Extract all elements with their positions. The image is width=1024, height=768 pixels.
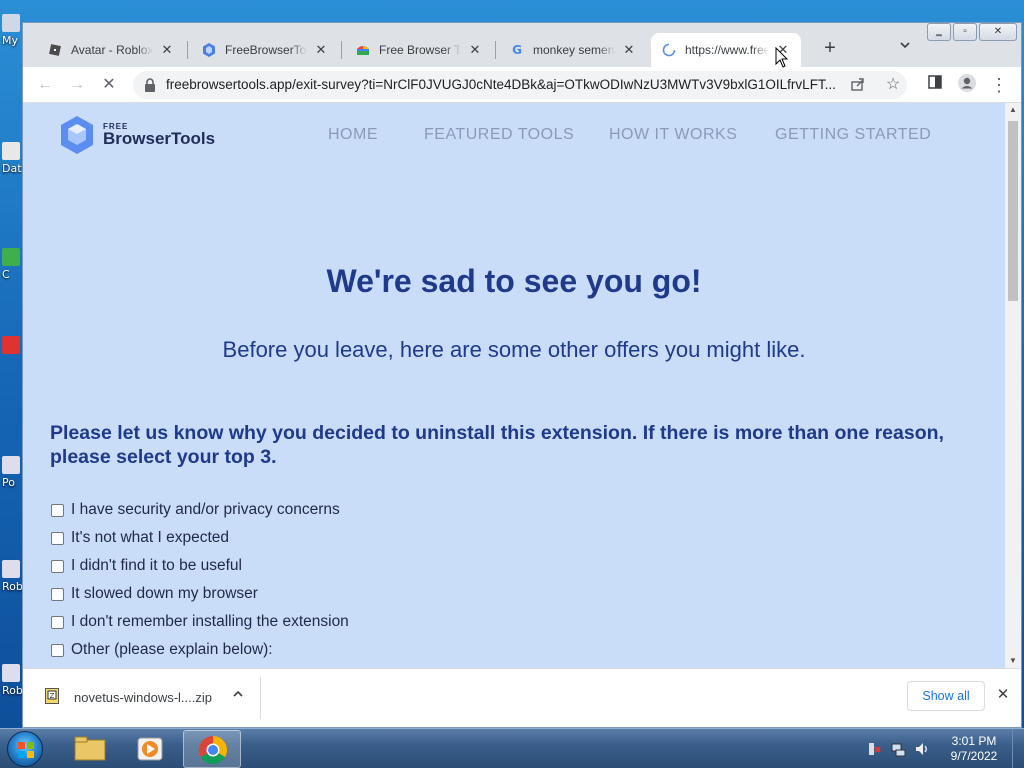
folder-icon xyxy=(74,736,106,761)
checkbox[interactable] xyxy=(51,643,64,657)
desktop-icon-data[interactable]: Dat xyxy=(2,142,22,182)
close-tab-icon[interactable]: ✕ xyxy=(159,42,175,58)
clock-time: 3:01 PM xyxy=(951,734,997,748)
minimize-button[interactable]: ‗ xyxy=(927,23,951,41)
checkbox[interactable] xyxy=(51,587,64,601)
network-icon[interactable] xyxy=(890,741,906,757)
survey-option-not-expected[interactable]: It's not what I expected xyxy=(51,528,229,548)
scroll-down-icon[interactable]: ▼ xyxy=(1005,654,1021,668)
chrome-icon xyxy=(199,736,227,764)
side-panel-icon[interactable] xyxy=(923,73,947,97)
taskbar-media-player[interactable] xyxy=(121,730,179,768)
roblox-icon xyxy=(2,664,20,682)
file-icon xyxy=(2,456,20,474)
checkbox[interactable] xyxy=(51,559,64,573)
tab-google-search[interactable]: G monkey semen - ✕ xyxy=(499,33,647,67)
checkbox[interactable] xyxy=(51,615,64,629)
nav-how-it-works[interactable]: HOW IT WORKS xyxy=(609,126,737,144)
show-all-downloads-button[interactable]: Show all xyxy=(907,681,985,711)
file-icon xyxy=(2,142,20,160)
mouse-cursor-icon xyxy=(775,47,789,68)
close-tab-icon[interactable]: ✕ xyxy=(313,42,329,58)
app-icon xyxy=(2,336,20,354)
loading-spinner-icon xyxy=(661,42,677,58)
survey-option-other[interactable]: Other (please explain below): xyxy=(51,640,273,660)
close-window-button[interactable]: ✕ xyxy=(979,23,1017,41)
tab-strip: Avatar - Roblox ✕ FreeBrowserTools ✕ Fre… xyxy=(23,23,1021,67)
maximize-button[interactable]: ▫ xyxy=(953,23,977,41)
svg-text:Z: Z xyxy=(50,692,55,700)
stop-loading-icon[interactable]: ✕ xyxy=(97,73,121,97)
page-subtitle: Before you leave, here are some other of… xyxy=(222,337,806,362)
page-title: We're sad to see you go! xyxy=(326,263,702,299)
checkbox[interactable] xyxy=(51,531,64,545)
computer-icon xyxy=(2,14,20,32)
clock-date: 9/7/2022 xyxy=(950,749,998,763)
chrome-webstore-icon xyxy=(355,42,371,58)
roblox-icon xyxy=(47,42,63,58)
taskbar-explorer[interactable] xyxy=(60,730,118,768)
close-download-bar-icon[interactable]: ✕ xyxy=(993,685,1013,705)
survey-option-slowed-browser[interactable]: It slowed down my browser xyxy=(51,584,258,604)
desktop-icon-roblox-2[interactable]: Rob xyxy=(2,664,23,704)
desktop-icon-po[interactable]: Po xyxy=(2,456,22,496)
nav-featured-tools[interactable]: FEATURED TOOLS xyxy=(424,126,574,144)
system-clock[interactable]: 3:01 PM 9/7/2022 xyxy=(936,734,1012,764)
survey-option-not-useful[interactable]: I didn't find it to be useful xyxy=(51,556,242,576)
forward-arrow-icon[interactable]: → xyxy=(65,73,89,97)
download-filename[interactable]: novetus-windows-l....zip xyxy=(74,690,212,705)
tab-avatar-roblox[interactable]: Avatar - Roblox ✕ xyxy=(37,33,185,67)
tab-freebrowsertools[interactable]: FreeBrowserTools ✕ xyxy=(191,33,339,67)
nav-getting-started[interactable]: GETTING STARTED xyxy=(775,126,931,144)
taskbar: 3:01 PM 9/7/2022 xyxy=(0,728,1024,768)
checkbox[interactable] xyxy=(51,503,64,517)
site-logo[interactable]: FREE BrowserTools xyxy=(59,113,219,157)
desktop-icon-computer[interactable]: My xyxy=(2,14,22,54)
close-tab-icon[interactable]: ✕ xyxy=(621,42,637,58)
google-icon: G xyxy=(512,43,522,57)
survey-option-privacy[interactable]: I have security and/or privacy concerns xyxy=(51,500,340,520)
taskbar-chrome[interactable] xyxy=(183,730,241,768)
lock-icon[interactable] xyxy=(143,77,157,93)
desktop-icon-red-app[interactable] xyxy=(2,336,22,376)
start-button[interactable] xyxy=(7,731,43,767)
page-scrollbar[interactable]: ▲ ▼ xyxy=(1005,103,1021,668)
share-icon[interactable] xyxy=(849,76,867,94)
logo-cube-icon xyxy=(61,116,93,154)
scroll-up-icon[interactable]: ▲ xyxy=(1005,103,1021,117)
back-arrow-icon[interactable]: ← xyxy=(33,73,57,97)
browser-toolbar: ← → ✕ freebrowsertools.app/exit-survey?t… xyxy=(23,67,1021,103)
bookmark-star-icon[interactable]: ☆ xyxy=(883,74,903,94)
url-text[interactable]: freebrowsertools.app/exit-survey?ti=NrCl… xyxy=(166,71,846,99)
volume-icon[interactable] xyxy=(914,741,930,757)
page-viewport: FREE BrowserTools HOME FEATURED TOOLS HO… xyxy=(23,103,1005,668)
new-tab-button[interactable]: + xyxy=(817,37,843,61)
download-bar: Z novetus-windows-l....zip Show all ✕ xyxy=(23,668,1021,727)
windows-logo-icon xyxy=(18,742,34,758)
freebrowsertools-icon xyxy=(201,42,217,58)
zip-file-icon: Z xyxy=(45,688,59,704)
menu-kebab-icon[interactable]: ⋮ xyxy=(987,73,1011,97)
tab-free-browser-tools-store[interactable]: Free Browser Tools ✕ xyxy=(345,33,493,67)
media-player-icon xyxy=(137,737,163,761)
chevron-up-icon[interactable] xyxy=(229,686,247,706)
survey-option-dont-remember[interactable]: I don't remember installing the extensio… xyxy=(51,612,349,632)
app-icon xyxy=(2,248,20,266)
address-bar[interactable]: freebrowsertools.app/exit-survey?ti=NrCl… xyxy=(133,71,907,99)
close-tab-icon[interactable]: ✕ xyxy=(467,42,483,58)
profile-avatar-icon[interactable] xyxy=(955,73,979,97)
desktop-icon-app-c[interactable]: C xyxy=(2,248,22,288)
nav-home[interactable]: HOME xyxy=(328,126,378,144)
browser-window: Avatar - Roblox ✕ FreeBrowserTools ✕ Fre… xyxy=(22,22,1022,728)
tab-search-chevron-icon[interactable] xyxy=(895,39,915,59)
action-center-icon[interactable] xyxy=(866,741,882,757)
scrollbar-thumb[interactable] xyxy=(1008,121,1018,301)
roblox-icon xyxy=(2,560,20,578)
show-desktop-button[interactable] xyxy=(1012,729,1024,768)
survey-question: Please let us know why you decided to un… xyxy=(50,422,944,468)
desktop-icon-roblox-1[interactable]: Rob xyxy=(2,560,23,600)
